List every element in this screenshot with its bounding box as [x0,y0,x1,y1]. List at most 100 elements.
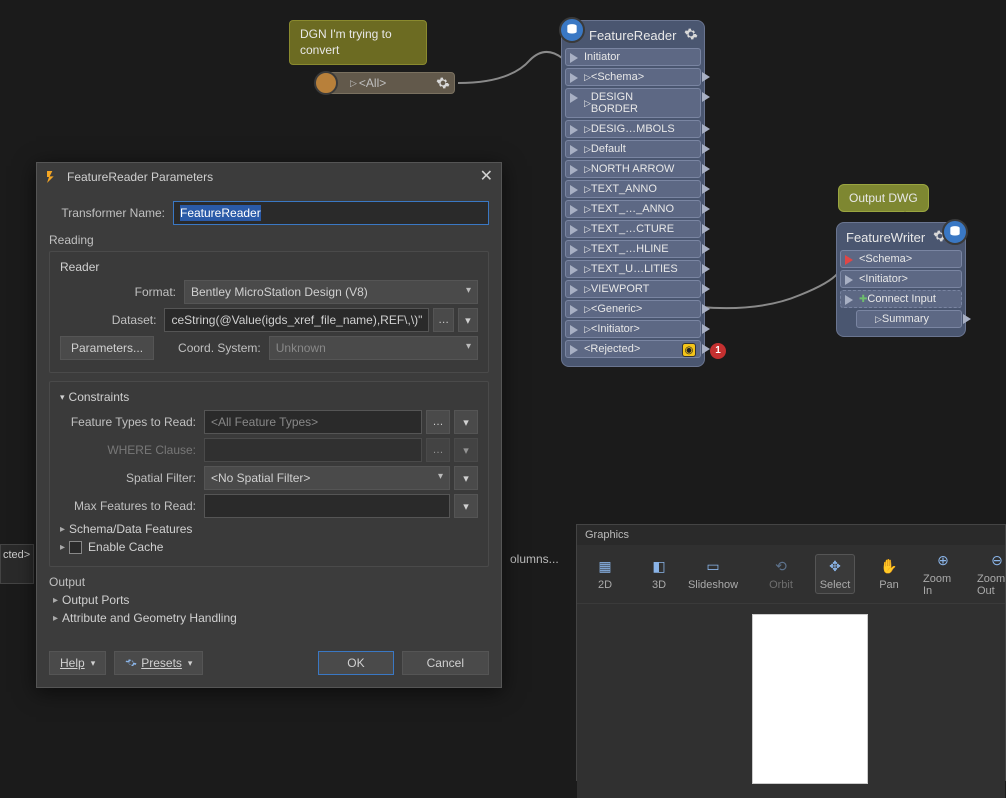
port-initiator[interactable]: <Initiator> [840,270,962,288]
group-constraints-title[interactable]: ▾Constraints [60,390,478,404]
combo-coord-system[interactable]: Unknown [269,336,478,360]
orbit-icon: ⟲ [772,557,790,575]
database-write-icon [942,219,968,245]
section-reading: Reading [49,233,489,247]
port-label: Summary [882,313,929,325]
browse-button: … [426,438,450,462]
port-schema[interactable]: ▷ <Schema> [565,68,701,86]
3d-icon: ◧ [650,557,668,575]
options-menu-button[interactable]: ▾ [454,494,478,518]
cancel-button[interactable]: Cancel [402,651,489,675]
port-text-u-lities[interactable]: ▷ TEXT_U…LITIES [565,260,701,278]
tool-zoom-out[interactable]: ⊖Zoom Out [977,551,1006,597]
port-initiator[interactable]: Initiator [565,48,701,66]
port-label: <Generic> [591,303,642,315]
node-all[interactable]: ▷ <All> [325,72,455,94]
disclosure-attr-geom[interactable]: Attribute and Geometry Handling [53,611,489,625]
disclosure-output-ports[interactable]: Output Ports [53,593,489,607]
select-icon: ✥ [826,557,844,575]
section-output: Output [49,575,489,589]
port-label: TEXT_ANNO [591,183,657,195]
rejected-count-badge: 1 [710,343,726,359]
tool-select[interactable]: ✥Select [815,554,855,594]
browse-button[interactable]: … [426,410,450,434]
close-icon[interactable]: ✕ [480,169,493,185]
port-desig-mbols[interactable]: ▷ DESIG…MBOLS [565,120,701,138]
port-text-hline[interactable]: ▷ TEXT_…HLINE [565,240,701,258]
2d-icon: ▦ [596,557,614,575]
tool-2d[interactable]: ▦2D [585,557,625,591]
input-feature-types[interactable]: <All Feature Types> [204,410,422,434]
port-label: DESIG…MBOLS [591,123,675,135]
label-where: WHERE Clause: [60,443,204,457]
options-menu-button[interactable]: ▾ [454,466,478,490]
dialog-title: FeatureReader Parameters [67,170,213,184]
port-summary[interactable]: ▷ Summary [856,310,962,328]
port-design-border[interactable]: ▷ DESIGN BORDER [565,88,701,118]
input-dataset[interactable]: ceString(@Value(igds_xref_file_name),REF… [164,308,429,332]
tool-3d[interactable]: ◧3D [639,557,679,591]
parameters-button[interactable]: Parameters... [60,336,154,360]
options-menu-button[interactable]: ▾ [454,410,478,434]
node-feature-writer[interactable]: FeatureWriter <Schema><Initiator>✚ Conne… [836,222,966,337]
port-label: <Initiator> [591,323,640,335]
input-transformer-name[interactable]: FeatureReader [173,201,489,225]
port-generic[interactable]: ▷ <Generic> [565,300,701,318]
node-label: <All> [359,76,386,90]
tool-zoom-in[interactable]: ⊕Zoom In [923,551,963,597]
zoom-in-icon: ⊕ [934,551,952,569]
browse-button[interactable]: … [433,308,453,332]
node-title: FeatureReader [589,28,676,43]
dialog-titlebar: FeatureReader Parameters ✕ [37,163,501,191]
combo-spatial-filter[interactable]: <No Spatial Filter> [204,466,450,490]
dialog-featurereader-parameters: FeatureReader Parameters ✕ Transformer N… [36,162,502,688]
port-label: TEXT_…_ANNO [591,203,674,215]
node-feature-reader[interactable]: FeatureReader Initiator ▷ <Schema> ▷ DESIG… [561,20,705,367]
tool-slideshow[interactable]: ▭Slideshow [693,557,733,591]
port-initiator[interactable]: ▷ <Initiator> [565,320,701,338]
label-spatial-filter: Spatial Filter: [60,471,204,485]
port-schema[interactable]: <Schema> [840,250,962,268]
port-text-anno[interactable]: ▷ TEXT_…_ANNO [565,200,701,218]
input-max-features[interactable] [204,494,450,518]
presets-button[interactable]: Presets▾ [114,651,203,675]
database-icon [559,17,585,43]
port-label: Initiator [584,51,620,63]
label-transformer-name: Transformer Name: [49,206,173,220]
gear-icon[interactable] [684,27,698,44]
ok-button[interactable]: OK [318,651,393,675]
graphics-viewport[interactable] [577,604,1005,798]
port-default[interactable]: ▷ Default [565,140,701,158]
options-menu-button[interactable]: ▾ [458,308,478,332]
port-text-anno[interactable]: ▷ TEXT_ANNO [565,180,701,198]
combo-format[interactable]: Bentley MicroStation Design (V8) [184,280,478,304]
zoom-out-icon: ⊖ [988,551,1006,569]
disclosure-schema-data[interactable]: Schema/Data Features [60,522,478,536]
port-north-arrow[interactable]: ▷ NORTH ARROW [565,160,701,178]
port-label: Default [591,143,626,155]
port-label: Connect Input [867,293,936,305]
port-connect-input[interactable]: ✚ Connect Input [840,290,962,308]
port-label: DESIGN BORDER [591,91,682,115]
port-rejected[interactable]: <Rejected>◉1 [565,340,701,358]
group-reader: Reader Format: Bentley MicroStation Desi… [49,251,489,373]
port-label: TEXT_…HLINE [591,243,669,255]
label-columns: olumns... [510,552,559,566]
fme-icon [45,169,61,185]
tool-orbit[interactable]: ⟲Orbit [761,557,801,591]
gear-icon[interactable] [436,76,450,90]
port-label: <Rejected> [584,343,640,355]
preview-page [752,614,868,784]
input-where [204,438,422,462]
annotation-dgn: DGN I'm trying to convert [289,20,427,65]
panel-title: Graphics [577,525,1005,545]
port-text-cture[interactable]: ▷ TEXT_…CTURE [565,220,701,238]
tool-pan[interactable]: ✋Pan [869,557,909,591]
port-label: <Initiator> [859,273,908,285]
disclosure-enable-cache[interactable]: Enable Cache [60,540,478,554]
port-label: NORTH ARROW [591,163,675,175]
checkbox-enable-cache[interactable] [69,541,82,554]
port-viewport[interactable]: ▷ VIEWPORT [565,280,701,298]
panel-graphics: Graphics ▦2D ◧3D ▭Slideshow ⟲Orbit ✥Sele… [576,524,1006,781]
help-button[interactable]: Help▾ [49,651,106,675]
